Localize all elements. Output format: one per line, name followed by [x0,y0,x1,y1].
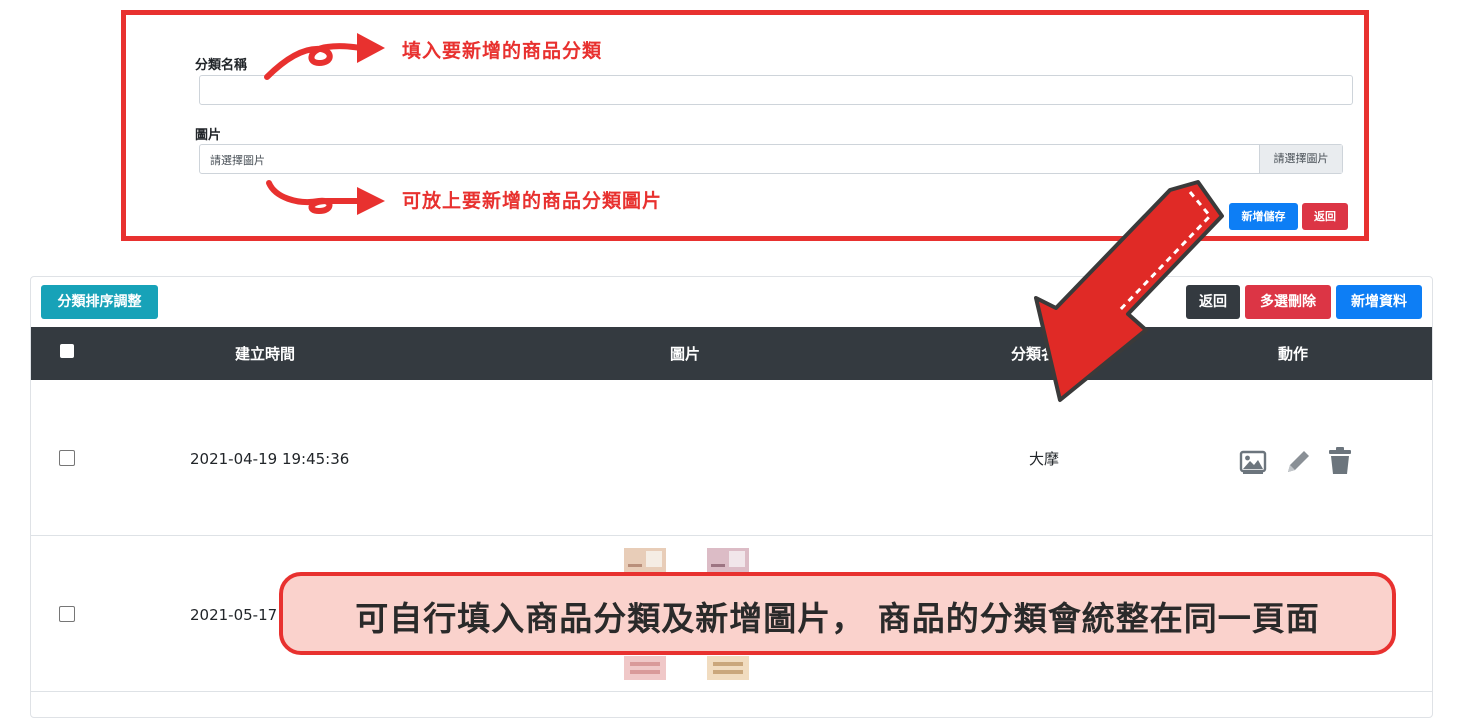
bulk-delete-button[interactable]: 多選刪除 [1245,285,1331,319]
file-browse-button[interactable]: 請選擇圖片 [1259,145,1342,173]
select-all-checkbox[interactable] [60,344,74,358]
annotation-arrow-icon [264,33,385,80]
sort-categories-button[interactable]: 分類排序調整 [41,285,158,319]
category-name-label: 分類名稱 [195,58,248,73]
callout-text: 可自行填入商品分類及新增圖片， 商品的分類會統整在同一頁面 [355,599,1320,638]
column-created: 建立時間 [235,345,296,363]
file-placeholder: 請選擇圖片 [210,154,265,167]
annotation-arrow-icon [266,180,385,215]
annotation-note-name: 填入要新增的商品分類 [402,40,603,62]
trash-icon[interactable] [1327,446,1353,476]
form-back-button[interactable]: 返回 [1302,203,1348,230]
row-created: 2021-04-19 19:45:36 [190,450,350,468]
thumbnail-image [624,548,666,572]
image-label: 圖片 [195,128,222,143]
add-data-button[interactable]: 新增資料 [1336,285,1422,319]
column-actions: 動作 [1278,345,1309,363]
pencil-icon[interactable] [1284,448,1312,476]
thumbnail-image [624,656,666,680]
thumbnail-image [707,548,749,572]
row-checkbox[interactable] [59,450,75,466]
annotation-big-arrow-icon [1034,180,1224,402]
row-category: 大摩 [1029,450,1060,468]
image-icon[interactable] [1239,448,1267,476]
thumbnail-image [707,656,749,680]
column-image: 圖片 [670,345,701,363]
image-file-input[interactable]: 請選擇圖片 請選擇圖片 [199,144,1343,174]
annotation-note-image: 可放上要新增的商品分類圖片 [402,190,663,212]
row-checkbox[interactable] [59,606,75,622]
row-created: 2021-05-17 [190,606,278,624]
annotation-callout: 可自行填入商品分類及新增圖片， 商品的分類會統整在同一頁面 [279,572,1396,655]
